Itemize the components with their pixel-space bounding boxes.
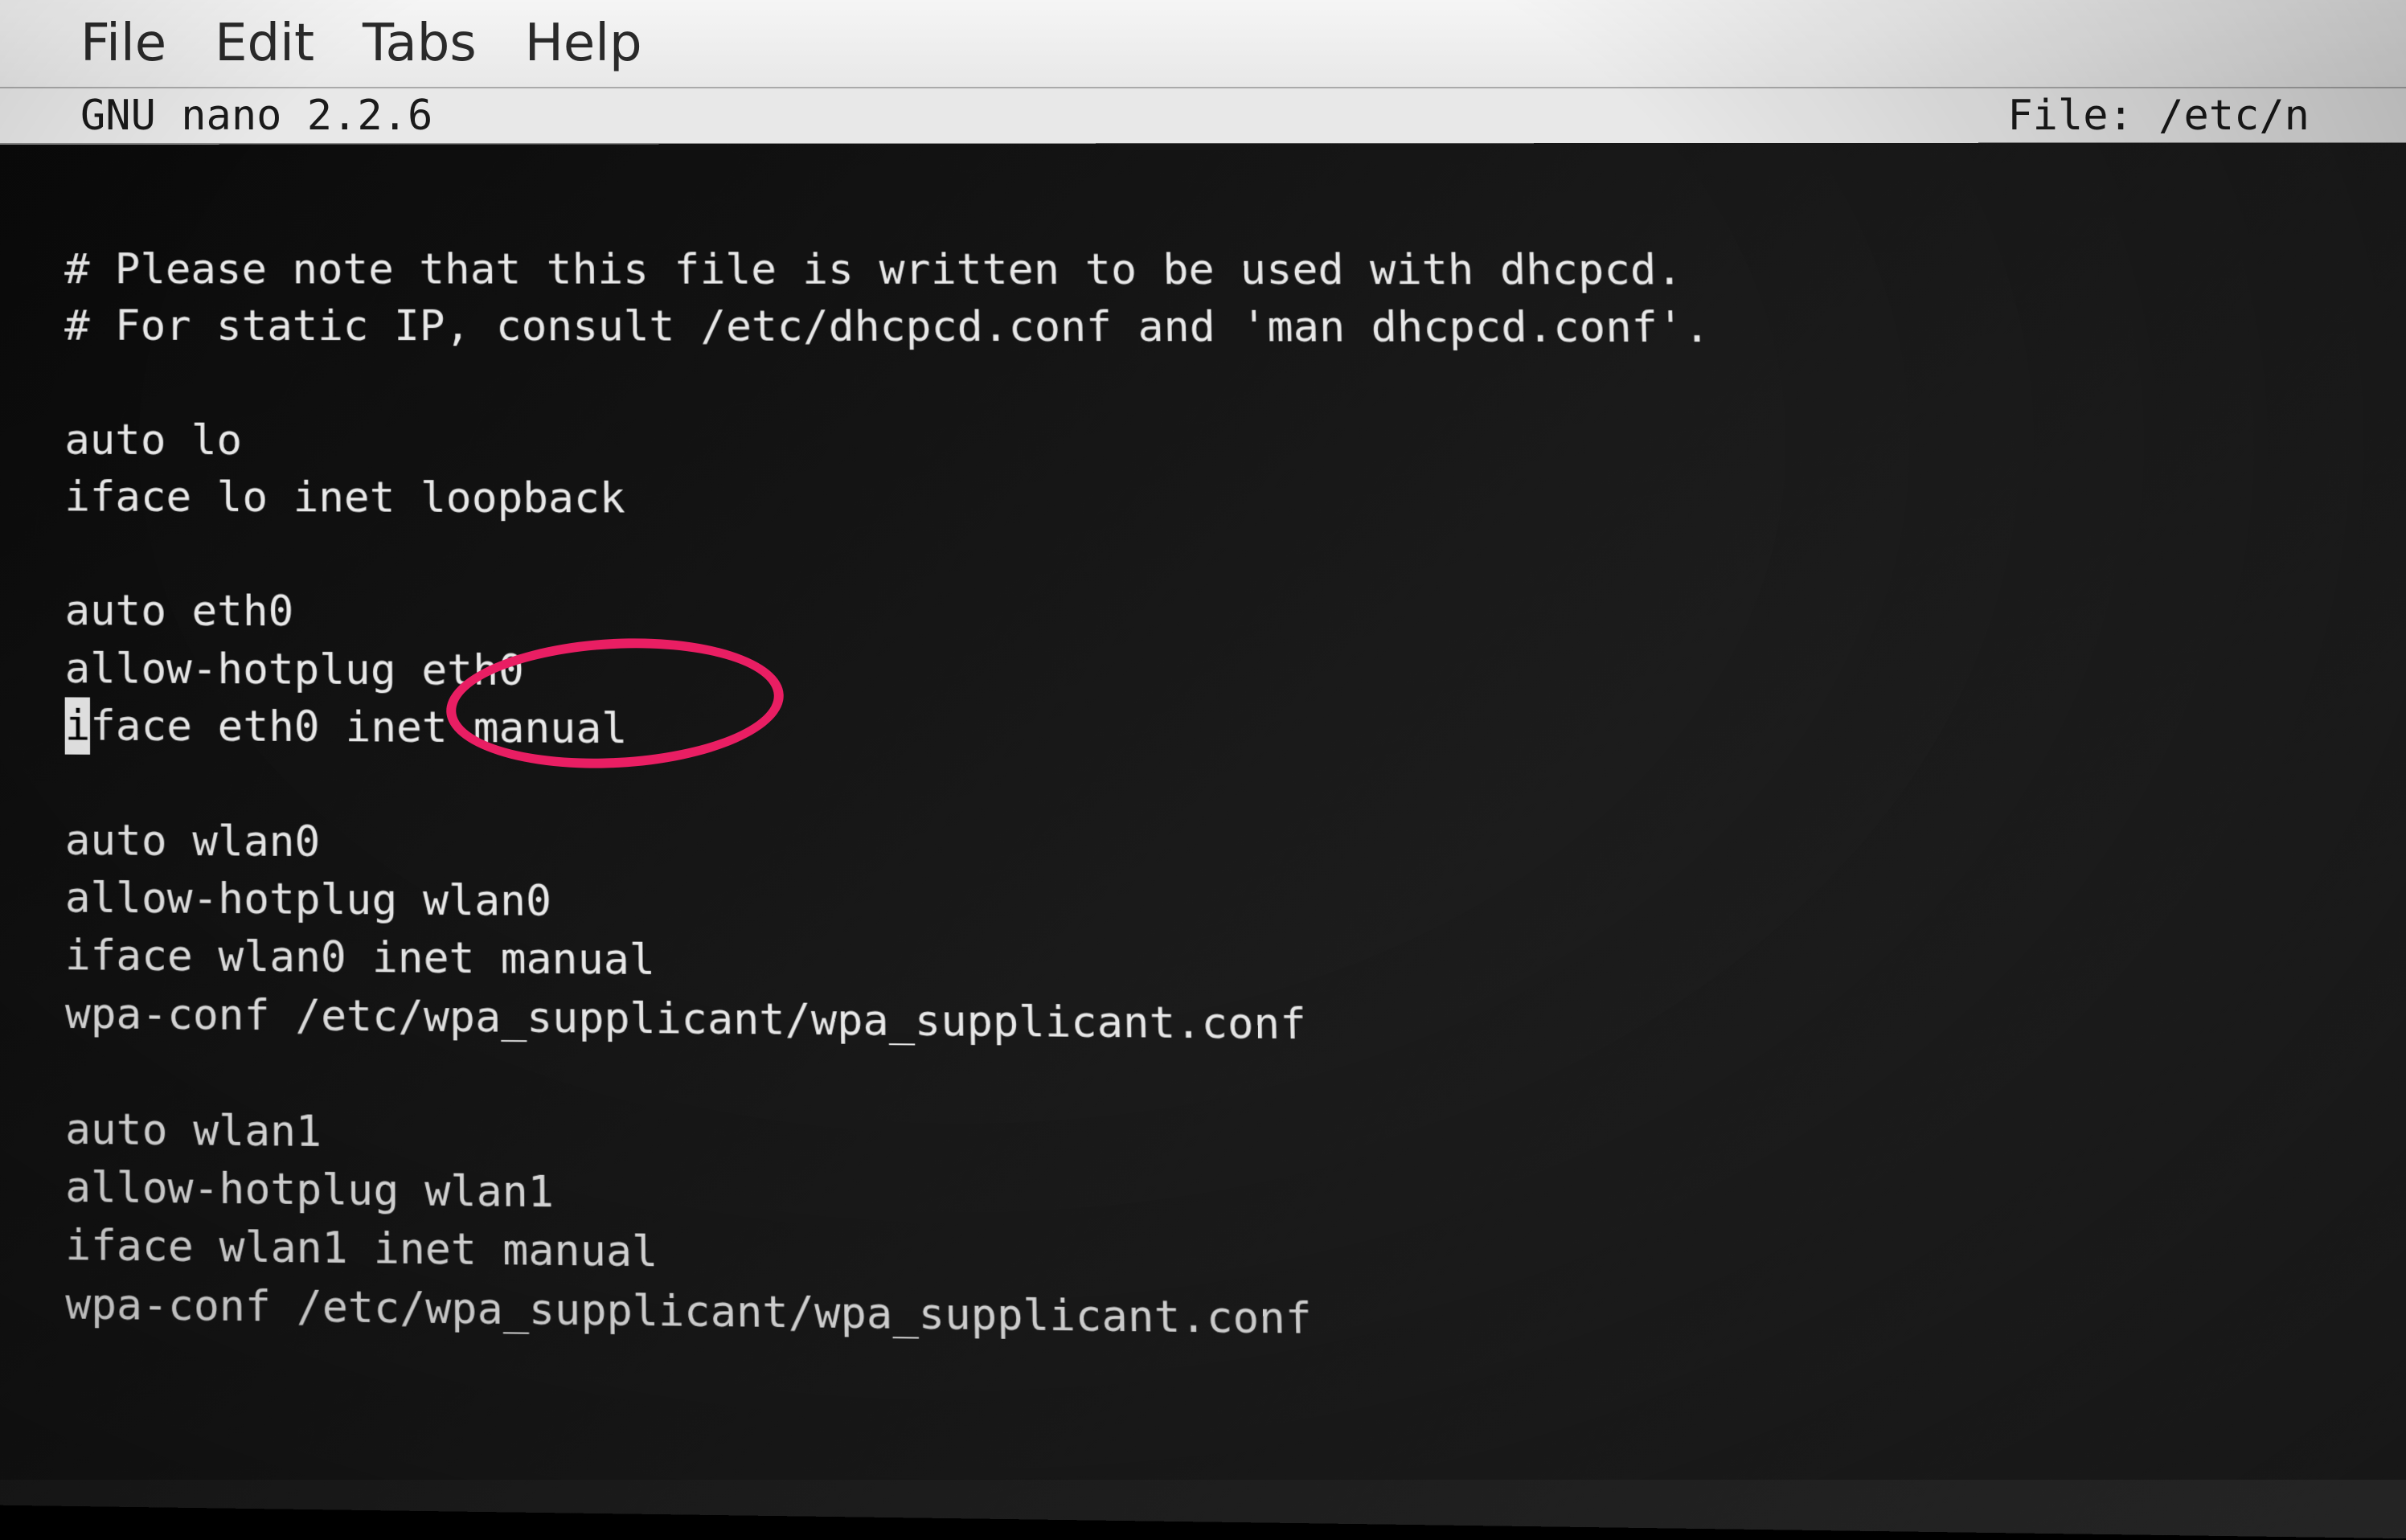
editor-line: # Please note that this file is written … — [64, 245, 1683, 295]
editor-line: wpa-conf /etc/wpa_supplicant/wpa_supplic… — [65, 1279, 1312, 1344]
editor-line: auto wlan0 — [65, 816, 321, 866]
editor-line: iface wlan1 inet manual — [65, 1221, 658, 1277]
menu-edit[interactable]: Edit — [215, 14, 314, 73]
editor-line: iface lo inet loopback — [64, 473, 625, 523]
menu-file[interactable]: File — [80, 14, 166, 73]
editor-cursor-line: iface eth0 inet manual — [65, 701, 628, 753]
menubar: File Edit Tabs Help — [0, 0, 2406, 88]
nano-version-label: GNU nano 2.2.6 — [80, 92, 432, 140]
editor-line: allow-hotplug wlan0 — [65, 874, 551, 927]
cursor: i — [65, 697, 91, 755]
editor-line: allow-hotplug eth0 — [65, 644, 524, 695]
editor-line: auto lo — [64, 416, 242, 465]
menu-tabs[interactable]: Tabs — [363, 14, 477, 73]
editor-line: iface wlan0 inet manual — [65, 931, 655, 985]
nano-file-label: File: /etc/n — [2007, 92, 2310, 140]
editor-line: wpa-conf /etc/wpa_supplicant/wpa_supplic… — [65, 989, 1306, 1049]
editor-line: auto eth0 — [65, 587, 294, 637]
nano-titlebar: GNU nano 2.2.6 File: /etc/n — [0, 88, 2406, 145]
editor-line: # For static IP, consult /etc/dhcpcd.con… — [64, 302, 1711, 353]
editor-line: allow-hotplug wlan1 — [65, 1163, 554, 1218]
editor-content[interactable]: # Please note that this file is written … — [0, 142, 2406, 1540]
editor-line: auto wlan1 — [65, 1104, 322, 1157]
menu-help[interactable]: Help — [525, 14, 642, 73]
